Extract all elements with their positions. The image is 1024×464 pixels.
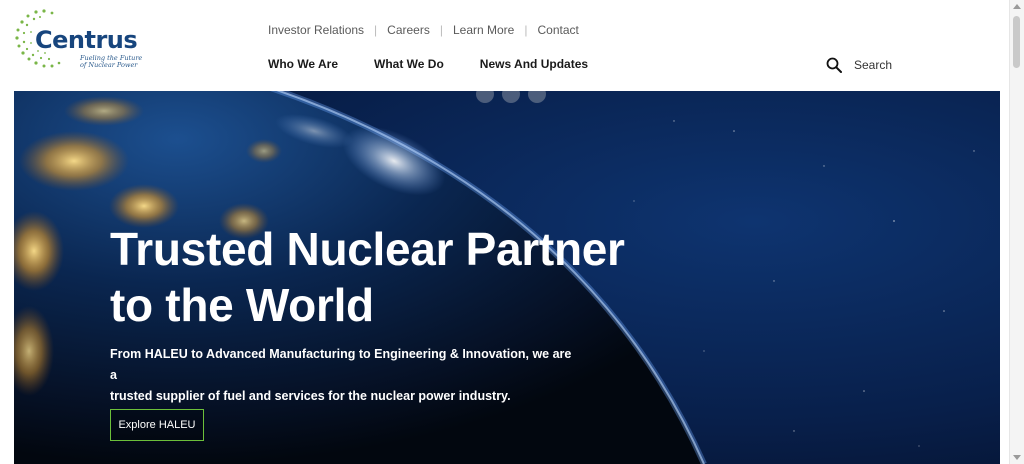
- search-label: Search: [854, 58, 893, 72]
- search-button[interactable]: Search: [826, 57, 892, 73]
- hero-subtitle-line2: trusted supplier of fuel and services fo…: [110, 389, 511, 403]
- util-link-careers[interactable]: Careers: [387, 23, 430, 37]
- scroll-up-arrow-icon[interactable]: [1013, 4, 1021, 9]
- main-nav: Who We Are What We Do News And Updates: [268, 57, 624, 71]
- logo-tagline-line2: of Nuclear Power: [80, 61, 138, 69]
- utility-nav: Investor Relations | Careers | Learn Mor…: [268, 23, 579, 37]
- util-link-contact[interactable]: Contact: [537, 23, 578, 37]
- scroll-down-arrow-icon[interactable]: [1013, 455, 1021, 460]
- search-icon: [826, 57, 842, 73]
- nav-what-we-do[interactable]: What We Do: [374, 57, 444, 71]
- site-header: Centrus Fueling the Future of Nuclear Po…: [0, 0, 1010, 90]
- nav-divider: |: [524, 23, 528, 37]
- carousel-indicators: [476, 91, 554, 103]
- hero-subtitle-line1: From HALEU to Advanced Manufacturing to …: [110, 347, 572, 382]
- logo-wordmark: Centrus: [35, 26, 138, 54]
- scrollbar-thumb[interactable]: [1013, 16, 1020, 68]
- hero-subtitle: From HALEU to Advanced Manufacturing to …: [110, 344, 580, 407]
- nav-who-we-are[interactable]: Who We Are: [268, 57, 338, 71]
- hero-title-line2: to the World: [110, 279, 374, 331]
- nav-news-and-updates[interactable]: News And Updates: [480, 57, 588, 71]
- carousel-dot[interactable]: [476, 91, 494, 103]
- carousel-dot[interactable]: [502, 91, 520, 103]
- util-link-learn-more[interactable]: Learn More: [453, 23, 514, 37]
- page-scrollbar[interactable]: [1009, 0, 1024, 464]
- centrus-logo[interactable]: Centrus Fueling the Future of Nuclear Po…: [14, 8, 142, 74]
- hero-title-line1: Trusted Nuclear Partner: [110, 223, 625, 275]
- util-link-investor-relations[interactable]: Investor Relations: [268, 23, 364, 37]
- hero-banner: Trusted Nuclear Partner to the World Fro…: [14, 91, 1000, 464]
- nav-divider: |: [439, 23, 443, 37]
- carousel-dot[interactable]: [528, 91, 546, 103]
- nav-divider: |: [374, 23, 378, 37]
- explore-haleu-button[interactable]: Explore HALEU: [110, 409, 204, 441]
- hero-title: Trusted Nuclear Partner to the World: [110, 221, 730, 333]
